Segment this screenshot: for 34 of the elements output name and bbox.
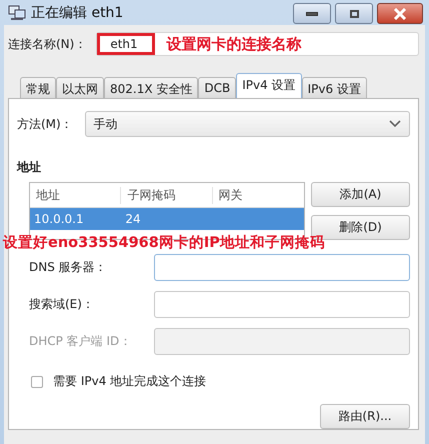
field-value: eth1 (110, 37, 138, 51)
input-field[interactable] (154, 254, 410, 281)
checkbox[interactable] (31, 376, 43, 388)
routes-button[interactable]: 路由(R)... (320, 404, 410, 429)
checkbox-label: 需要 IPv4 地址完成这个连接 (53, 373, 206, 390)
table-action-button[interactable]: 添加(A) (311, 182, 410, 207)
column-header[interactable]: 网关 (212, 186, 304, 204)
tab[interactable]: DCB (198, 77, 236, 98)
field-label: 连接名称(N)： (8, 36, 86, 52)
close-icon (393, 8, 407, 20)
name-field[interactable]: eth1 设置网卡的连接名称 (96, 32, 419, 56)
table-cell-text: 24 (124, 212, 142, 226)
column-header[interactable]: 子网掩码 (121, 186, 213, 204)
tab[interactable]: IPv4 设置 (236, 73, 302, 98)
minimize-button[interactable] (293, 3, 331, 24)
chevron-down-icon (389, 120, 401, 128)
field-label: 方法(M)： (17, 116, 73, 132)
annotation-text: 设置网卡的连接名称 (166, 34, 302, 54)
table-cell-text: 10.0.0.1 (33, 212, 85, 226)
method-dropdown[interactable]: 手动 (84, 111, 410, 137)
tab[interactable]: 802.1X 安全性 (104, 77, 198, 98)
tab[interactable]: IPv6 设置 (302, 77, 367, 98)
section-heading: 地址 (17, 159, 42, 176)
input-field[interactable] (154, 291, 410, 318)
tab[interactable]: 以太网 (56, 77, 104, 98)
field-label: DHCP 客户端 ID： (29, 333, 132, 350)
field-label: DNS 服务器： (29, 259, 108, 276)
field-label: 搜索域(E)： (29, 296, 95, 313)
network-icon (8, 4, 26, 20)
window-title: 正在编辑 eth1 (31, 4, 124, 22)
close-button[interactable] (377, 3, 423, 24)
tab[interactable]: 常规 (20, 77, 56, 98)
maximize-button[interactable] (335, 3, 373, 24)
column-header[interactable]: 地址 (30, 186, 122, 204)
